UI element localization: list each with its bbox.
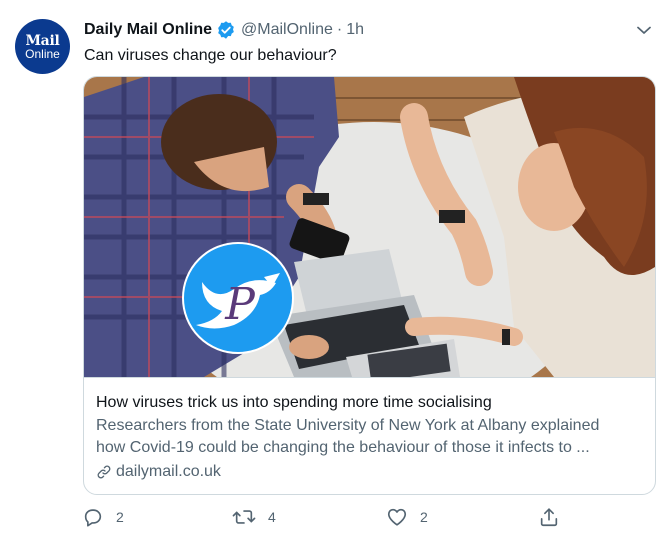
- reply-button[interactable]: 2: [82, 503, 124, 531]
- share-icon: [540, 508, 558, 527]
- reply-icon: [84, 509, 102, 527]
- retweet-button[interactable]: 4: [232, 503, 276, 531]
- account-name[interactable]: Daily Mail Online: [84, 21, 212, 39]
- tweet-header: Daily Mail Online @MailOnline · 1h: [84, 19, 364, 41]
- header-separator: ·: [336, 21, 343, 38]
- card-domain-text: dailymail.co.uk: [116, 463, 221, 480]
- account-handle[interactable]: @MailOnline: [241, 21, 333, 39]
- card-body[interactable]: How viruses trick us into spending more …: [84, 377, 655, 494]
- like-button[interactable]: 2: [386, 503, 428, 531]
- tweet-time[interactable]: 1h: [346, 21, 364, 39]
- card-description: Researchers from the State University of…: [96, 415, 644, 459]
- link-icon: [97, 465, 111, 478]
- overlay-letter: P: [224, 279, 256, 330]
- retweet-count: 4: [268, 509, 276, 525]
- card-description-line2: how Covid-19 could be changing the behav…: [96, 439, 590, 456]
- card-title[interactable]: How viruses trick us into spending more …: [96, 392, 492, 413]
- avatar-line1: Mail: [25, 33, 60, 49]
- tweet[interactable]: Mail Online Daily Mail Online @MailOnlin…: [0, 0, 671, 537]
- tweet-actions: 2 4 2: [0, 503, 671, 531]
- reply-count: 2: [116, 509, 124, 525]
- avatar-line2: Online: [25, 47, 60, 61]
- link-card[interactable]: P How viruses trick us into spending mor…: [83, 76, 656, 495]
- card-domain[interactable]: dailymail.co.uk: [96, 461, 221, 482]
- like-count: 2: [420, 509, 428, 525]
- avatar[interactable]: Mail Online: [15, 19, 70, 74]
- heart-icon: [387, 508, 407, 526]
- retweet-icon: [232, 510, 256, 524]
- share-button[interactable]: [538, 503, 560, 531]
- more-options-chevron-icon[interactable]: [633, 19, 655, 41]
- card-description-line1: Researchers from the State University of…: [96, 417, 600, 434]
- verified-badge-icon: [216, 20, 236, 40]
- tweet-text: Can viruses change our behaviour?: [84, 47, 337, 64]
- card-image[interactable]: P: [84, 77, 655, 422]
